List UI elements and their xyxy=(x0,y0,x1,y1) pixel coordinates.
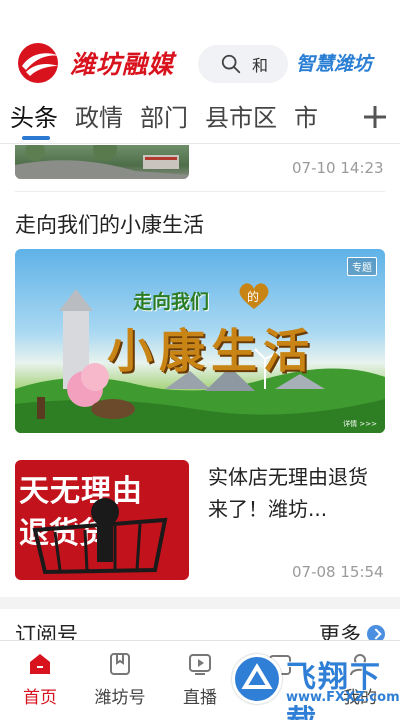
home-icon xyxy=(30,654,50,674)
nav-home[interactable]: 首页 xyxy=(0,651,80,708)
plus-icon[interactable] xyxy=(362,104,388,130)
nav-live-label: 直播 xyxy=(183,688,217,708)
active-tab-indicator xyxy=(22,136,50,140)
banner-tag: 专题 xyxy=(347,257,377,276)
top-item-thumbnail[interactable] xyxy=(15,145,189,179)
shopping-cart-image xyxy=(32,498,168,575)
article-thumbnail[interactable]: 天无理由 退货货 xyxy=(15,460,189,580)
watermark-logo-icon xyxy=(232,654,282,704)
top-item-time: 07-10 14:23 xyxy=(292,159,384,177)
logo-text: 潍坊融媒 xyxy=(70,50,175,79)
tab-departments[interactable]: 部门 xyxy=(140,98,188,138)
banner-title-line2: 小康生活 xyxy=(107,324,315,378)
banner-detail-link: 详情 >>> xyxy=(343,420,377,428)
feature-banner[interactable]: 专题 走向我们 的 小康生活 详情 >>> xyxy=(15,249,385,433)
nav-weifang-account[interactable]: 潍坊号 xyxy=(80,651,160,708)
aerial-photo-image xyxy=(15,145,189,179)
brand-smart-weifang[interactable]: 智慧潍坊 xyxy=(296,49,372,76)
tab-city[interactable]: 市 xyxy=(294,98,318,138)
section-separator xyxy=(0,597,400,609)
divider xyxy=(15,191,385,192)
play-icon xyxy=(189,654,211,675)
watermark-title: 飞翔下载 xyxy=(286,660,382,720)
search-box[interactable]: 和 xyxy=(198,45,288,83)
banner-title-line1: 走向我们 xyxy=(133,291,210,313)
channel-tabs: 头条 政情 部门 县市区 市 xyxy=(0,96,400,144)
search-placeholder: 和 xyxy=(252,56,269,75)
app-header: 潍坊融媒 和 智慧潍坊 xyxy=(0,0,400,96)
article-time: 07-08 15:54 xyxy=(292,563,384,581)
watermark-url: www.FXXZ.com xyxy=(286,690,400,705)
search-icon xyxy=(221,54,241,74)
nav-home-label: 首页 xyxy=(23,688,57,708)
bookmark-icon xyxy=(110,653,130,675)
tab-headlines[interactable]: 头条 xyxy=(10,98,58,138)
nav-weifang-account-label: 潍坊号 xyxy=(94,688,146,708)
logo-mark-icon xyxy=(18,43,60,83)
heart-icon: 的 xyxy=(239,283,269,309)
article-title[interactable]: 走向我们的小康生活 xyxy=(15,209,204,239)
nav-live[interactable]: 直播 xyxy=(160,651,240,708)
site-watermark: 飞翔下载 www.FXXZ.com xyxy=(232,650,400,720)
tab-counties[interactable]: 县市区 xyxy=(205,98,277,138)
tab-politics[interactable]: 政情 xyxy=(75,98,123,138)
app-logo[interactable]: 潍坊融媒 xyxy=(14,40,174,86)
article-title[interactable]: 实体店无理由退货来了！潍坊... xyxy=(208,461,380,525)
banner-heart-text: 的 xyxy=(247,289,259,304)
